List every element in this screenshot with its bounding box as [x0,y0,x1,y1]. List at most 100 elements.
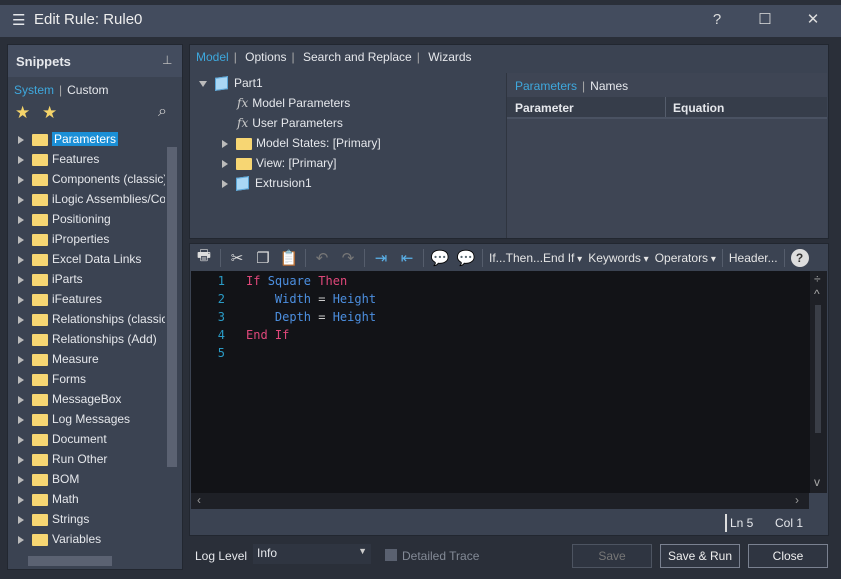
print-icon[interactable]: 🖶 [194,245,214,270]
scroll-down-icon[interactable]: v [814,475,820,489]
expand-icon[interactable] [18,155,24,164]
close-button[interactable]: Close [748,544,828,568]
tree-item-extrusion1[interactable]: Extrusion1 [191,173,503,193]
redo-icon[interactable]: ↷ [338,249,358,267]
tab-parameters[interactable]: Parameters [515,79,577,93]
expand-icon[interactable] [18,315,24,324]
cut-icon[interactable]: ✂ [227,249,247,267]
tab-names[interactable]: Names [590,79,628,93]
snippet-item[interactable]: Log Messages [18,409,168,429]
editor-vertical-scrollbar[interactable]: ÷ ^ v [810,271,827,493]
snippet-item[interactable]: iProperties [18,229,168,249]
snippet-item[interactable]: Variables [18,529,168,549]
tab-wizards[interactable]: Wizards [428,50,471,64]
tree-item-part1[interactable]: Part1 [191,73,503,93]
expand-icon[interactable] [18,135,24,144]
undo-icon[interactable]: ↶ [312,249,332,267]
maximize-button[interactable]: ☐ [750,8,780,32]
header-button[interactable]: Header... [729,251,778,265]
pin-icon[interactable]: ⊥ [162,53,172,67]
expand-icon[interactable] [222,139,228,148]
log-level-select[interactable]: Info ▼ [253,544,371,564]
tree-item-user-parameters[interactable]: fx User Parameters [191,113,503,133]
snippet-item[interactable]: BOM [18,469,168,489]
collapse-icon[interactable] [199,80,207,87]
expand-icon[interactable] [18,375,24,384]
expand-icon[interactable] [18,395,24,404]
expand-icon[interactable] [18,275,24,284]
scroll-thumb[interactable] [167,147,177,467]
expand-icon[interactable] [18,235,24,244]
code-editor[interactable]: 1 If Square Then 2 Width = Height 3 Depth =… [191,271,827,493]
save-button[interactable]: Save [572,544,652,568]
split-icon[interactable]: ÷ [814,272,821,286]
if-then-dropdown[interactable]: If...Then...End If [489,251,582,265]
snippet-item[interactable]: Forms [18,369,168,389]
comment-remove-icon[interactable]: 💬 [456,249,476,267]
tab-custom[interactable]: Custom [67,83,108,97]
snippet-item[interactable]: iParts [18,269,168,289]
scroll-left-icon[interactable]: ‹ [197,493,201,507]
star-edit-icon[interactable]: ★ [42,103,57,123]
snippet-item[interactable]: MessageBox [18,389,168,409]
tree-item-model-states[interactable]: Model States: [Primary] [191,133,503,153]
expand-icon[interactable] [18,515,24,524]
tree-item-model-parameters[interactable]: fx Model Parameters [191,93,503,113]
expand-icon[interactable] [18,215,24,224]
help-icon[interactable]: ? [790,248,809,267]
expand-icon[interactable] [18,455,24,464]
keywords-dropdown[interactable]: Keywords [588,251,649,265]
snippets-vertical-scrollbar[interactable] [165,129,180,553]
snippet-item[interactable]: Features [18,149,168,169]
save-run-button[interactable]: Save & Run [660,544,740,568]
expand-icon[interactable] [18,255,24,264]
expand-icon[interactable] [18,535,24,544]
tab-search-replace[interactable]: Search and Replace [303,50,412,64]
snippet-item[interactable]: Parameters [18,129,168,149]
detailed-trace-checkbox[interactable] [385,549,397,561]
tab-options[interactable]: Options [245,50,286,64]
snippets-horizontal-scrollbar[interactable] [8,553,165,569]
snippet-item[interactable]: Math [18,489,168,509]
snippet-item[interactable]: Excel Data Links [18,249,168,269]
tree-item-view[interactable]: View: [Primary] [191,153,503,173]
expand-icon[interactable] [18,335,24,344]
expand-icon[interactable] [222,179,228,188]
scroll-up-icon[interactable]: ^ [814,287,820,301]
snippet-item[interactable]: iLogic Assemblies/Comp [18,189,168,209]
expand-icon[interactable] [18,475,24,484]
expand-icon[interactable] [222,159,228,168]
expand-icon[interactable] [18,435,24,444]
search-icon[interactable]: ⌕ [158,103,167,121]
snippet-item[interactable]: Run Other [18,449,168,469]
outdent-icon[interactable]: ⇤ [397,249,417,267]
snippet-item[interactable]: Positioning [18,209,168,229]
help-button[interactable]: ? [702,8,732,32]
expand-icon[interactable] [18,175,24,184]
snippet-item[interactable]: Measure [18,349,168,369]
snippet-item[interactable]: Relationships (Add) [18,329,168,349]
expand-icon[interactable] [18,195,24,204]
snippet-item[interactable]: iFeatures [18,289,168,309]
paste-icon[interactable]: 📋 [279,249,299,267]
comment-add-icon[interactable]: 💬 [430,249,450,267]
star-icon[interactable]: ★ [15,103,30,123]
expand-icon[interactable] [18,415,24,424]
editor-horizontal-scrollbar[interactable]: ‹ › [191,493,809,509]
operators-dropdown[interactable]: Operators [655,251,716,265]
snippet-item[interactable]: Components (classic) [18,169,168,189]
snippet-item[interactable]: Document [18,429,168,449]
column-equation[interactable]: Equation [673,101,724,115]
copy-icon[interactable]: ❐ [253,249,273,267]
snippet-item[interactable]: Relationships (classic) [18,309,168,329]
expand-icon[interactable] [18,495,24,504]
expand-icon[interactable] [18,355,24,364]
scroll-right-icon[interactable]: › [795,493,799,507]
indent-icon[interactable]: ⇥ [371,249,391,267]
close-window-button[interactable]: ✕ [798,8,828,32]
column-parameter[interactable]: Parameter [515,101,574,115]
tab-system[interactable]: System [14,83,54,97]
snippet-item[interactable]: Strings [18,509,168,529]
scroll-thumb[interactable] [28,556,112,566]
tab-model[interactable]: Model [196,50,229,64]
